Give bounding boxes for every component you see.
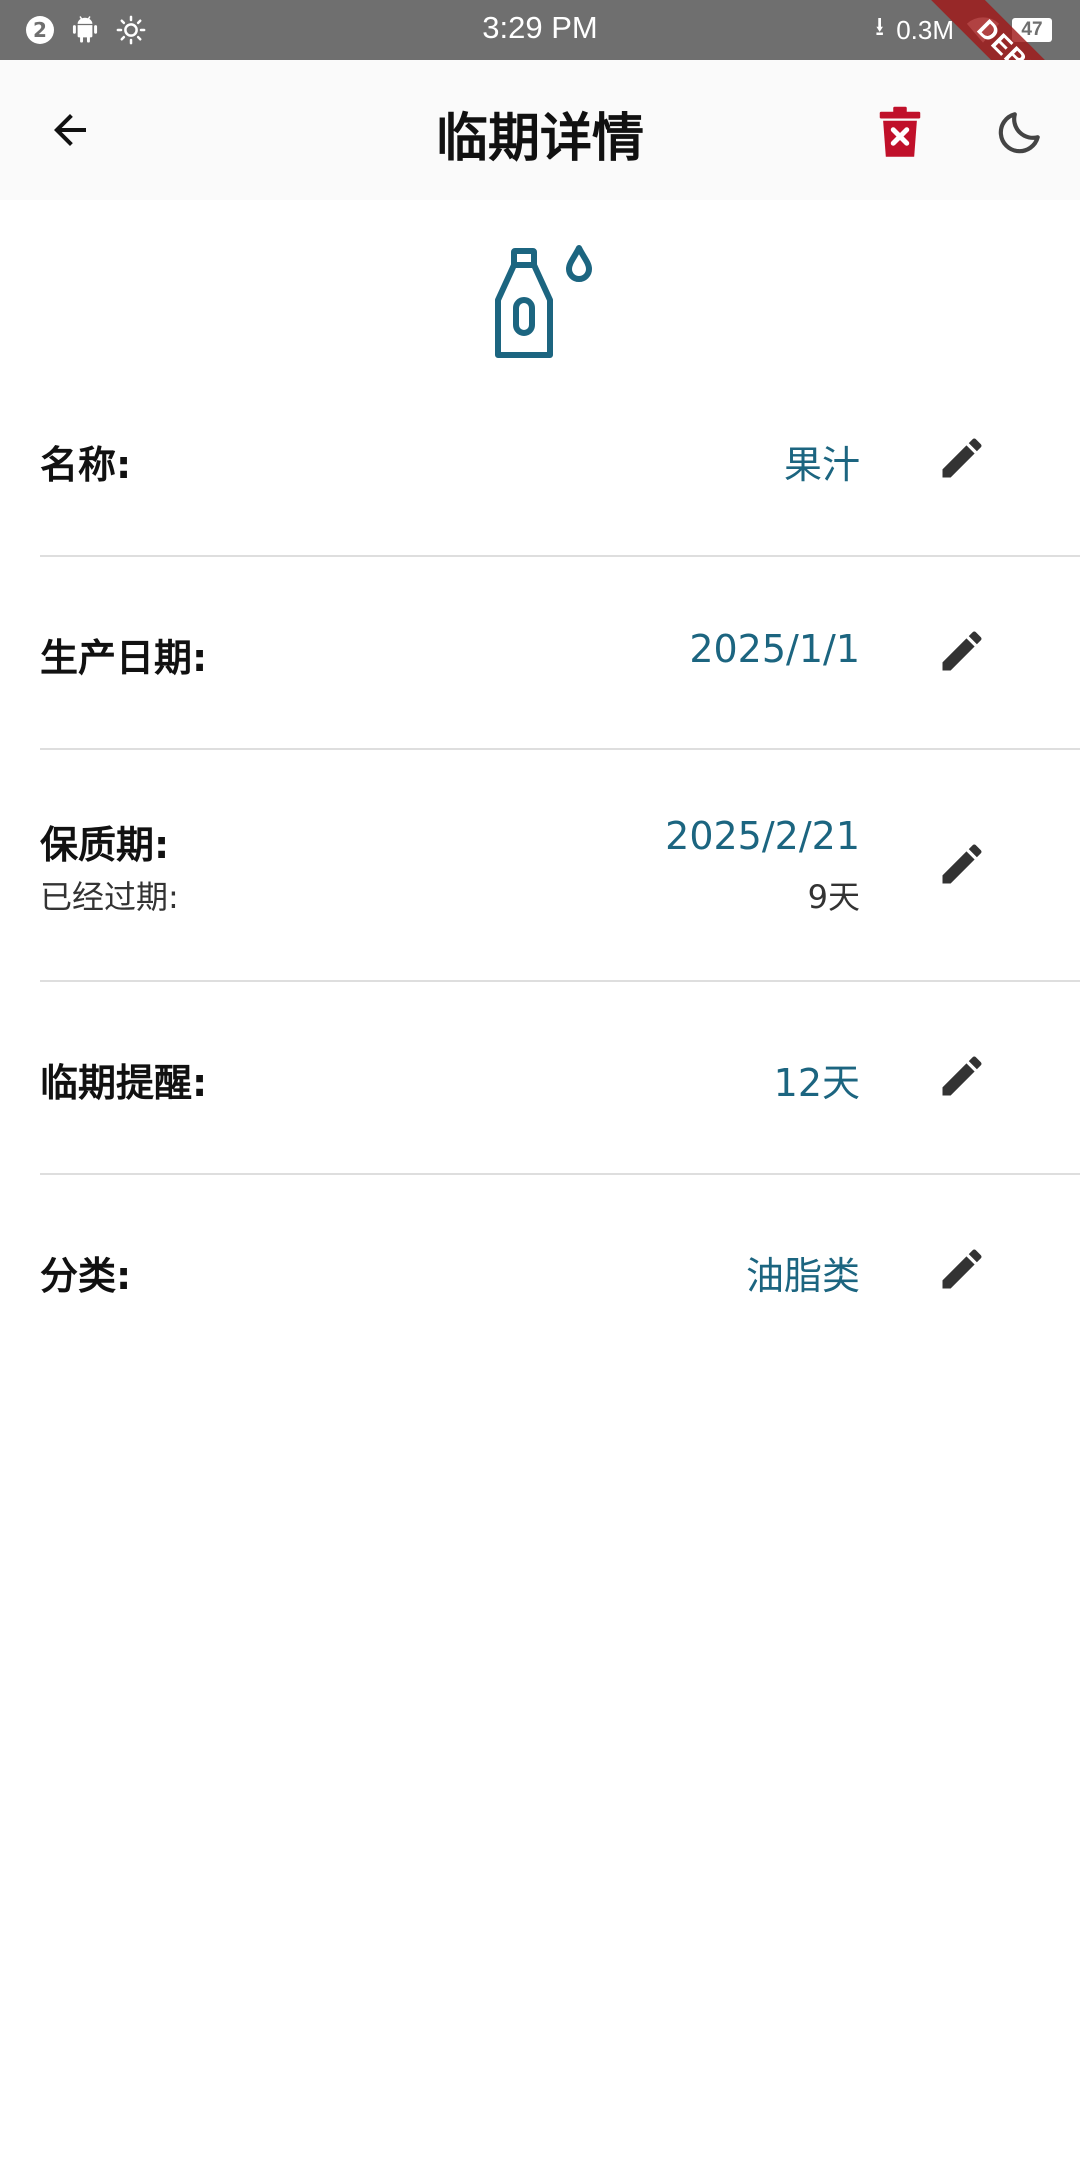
expired-days-label: 已经过期: [40, 878, 179, 916]
expiry-date-value: 2025/2/21 [665, 814, 860, 858]
divider [40, 980, 1080, 982]
network-speed: 0.3M [896, 14, 954, 45]
expiry-row: 保质期: 2025/2/21 已经过期: 9天 [40, 800, 1080, 920]
edit-pencil-icon [942, 438, 982, 478]
edit-reminder-button[interactable] [930, 1044, 994, 1108]
reminder-row: 临期提醒: 12天 [40, 1038, 1080, 1118]
divider [40, 1173, 1080, 1175]
name-label: 名称: [40, 443, 132, 487]
edit-name-button[interactable] [930, 426, 994, 490]
reminder-value: 12天 [773, 1061, 860, 1105]
divider [40, 748, 1080, 750]
expired-days-value: 9天 [807, 878, 860, 916]
production-date-row: 生产日期: 2025/1/1 [40, 613, 1080, 693]
edit-production-date-button[interactable] [930, 619, 994, 683]
category-label: 分类: [40, 1254, 132, 1298]
category-value: 油脂类 [745, 1254, 860, 1298]
divider [40, 555, 1080, 557]
production-date-value: 2025/1/1 [689, 627, 860, 671]
theme-toggle-button[interactable] [990, 102, 1050, 162]
product-category-icon [478, 240, 602, 364]
category-row: 分类: 油脂类 [40, 1231, 1080, 1311]
wifi-icon [966, 17, 1000, 43]
production-date-label: 生产日期: [40, 636, 208, 680]
oil-bottle-icon [495, 245, 592, 358]
status-right: ⭳ 0.3M 47 [875, 11, 1052, 48]
name-row: 名称: 果汁 [40, 420, 1080, 500]
edit-pencil-icon [942, 631, 982, 671]
battery-indicator: 47 [1012, 18, 1052, 42]
reminder-label: 临期提醒: [40, 1061, 208, 1105]
download-icon: ⭳ [875, 11, 885, 41]
dark-mode-moon-icon [998, 112, 1040, 154]
edit-category-button[interactable] [930, 1237, 994, 1301]
app-bar: 临期详情 [0, 60, 1080, 200]
name-value: 果汁 [783, 443, 860, 487]
edit-pencil-icon [942, 1249, 982, 1289]
edit-expiry-button[interactable] [930, 832, 994, 896]
status-bar: 2 3:29 PM ⭳ 0.3M 47 [0, 0, 1080, 60]
edit-pencil-icon [942, 844, 982, 884]
edit-pencil-icon [942, 1056, 982, 1096]
delete-forever-icon [879, 106, 921, 157]
delete-button[interactable] [870, 102, 930, 162]
expiry-label: 保质期: [40, 823, 170, 867]
